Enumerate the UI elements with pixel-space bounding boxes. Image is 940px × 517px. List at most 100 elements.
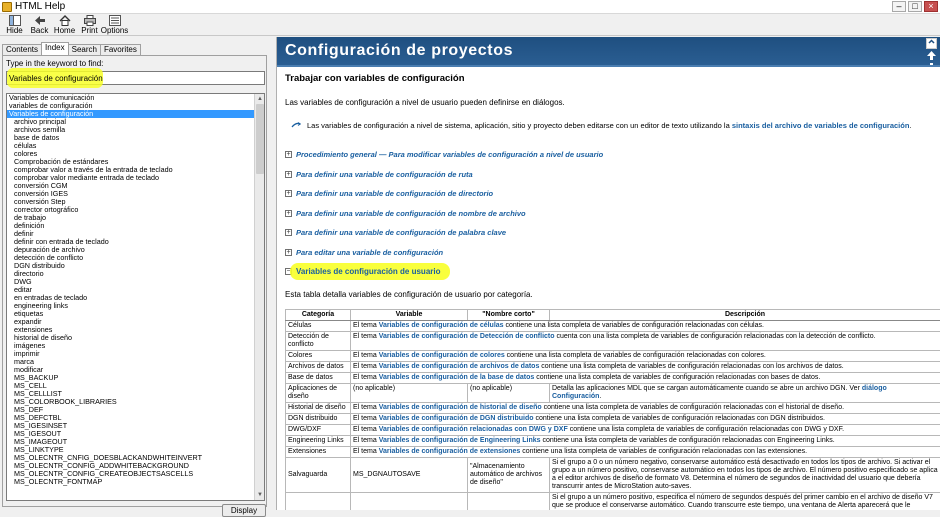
display-button[interactable]: Display — [222, 504, 266, 517]
cell-description: El tema Variables de configuración de ex… — [351, 446, 940, 457]
header-short-name: "Nombre corto" — [468, 309, 550, 320]
list-item[interactable]: engineering links — [7, 302, 254, 310]
cell-variable: MS_DGNAUTOSAVE — [351, 457, 468, 492]
cell-variable — [351, 492, 468, 510]
cell-variable: (no aplicable) — [351, 383, 468, 402]
cell-description: El tema Variables de configuración de co… — [351, 350, 940, 361]
options-button[interactable]: Options — [102, 14, 127, 36]
open-section-title: Variables de configuración de usuario — [296, 267, 440, 276]
index-list-scrollbar[interactable]: ▲ ▼ — [254, 94, 264, 500]
banner-title: Configuración de proyectos — [285, 42, 513, 60]
list-item[interactable]: directorio — [7, 270, 254, 278]
keyword-input[interactable]: Variables de configuración — [6, 71, 265, 85]
list-item[interactable]: MS_OLECNTR_FONTMAP — [7, 478, 254, 486]
table-row: ExtensionesEl tema Variables de configur… — [286, 446, 940, 457]
print-topic-icon[interactable] — [926, 38, 937, 49]
list-item[interactable]: definición — [7, 222, 254, 230]
cell-description: El tema Variables de configuración de cé… — [351, 320, 940, 331]
note: Las variables de configuración a nivel d… — [291, 121, 939, 130]
home-icon — [59, 15, 71, 26]
expander-link[interactable]: Para definir una variable de configuraci… — [296, 189, 493, 198]
expand-icon[interactable]: + — [285, 190, 292, 197]
home-button[interactable]: Home — [52, 14, 77, 36]
cell-short-name: "Almacenamiento automático de archivos d… — [468, 457, 550, 492]
banner-nav — [926, 38, 937, 73]
expander-link[interactable]: Para definir una variable de configuraci… — [296, 170, 473, 179]
print-button[interactable]: Print — [77, 14, 102, 36]
list-item[interactable]: imprimir — [7, 350, 254, 358]
cell-category: Engineering Links — [286, 435, 351, 446]
index-list[interactable]: Variables de comunicaciónvariables de co… — [6, 93, 265, 501]
cell-category: DGN distribuido — [286, 413, 351, 424]
scrollbar-thumb[interactable] — [256, 104, 264, 174]
expander-link[interactable]: Para definir una variable de configuraci… — [296, 209, 526, 218]
expand-icon[interactable]: + — [285, 210, 292, 217]
hide-button[interactable]: Hide — [2, 14, 27, 36]
note-text: Las variables de configuración a nivel d… — [307, 121, 732, 130]
table-row: DWG/DXFEl tema Variables de configuració… — [286, 424, 940, 435]
tab-contents[interactable]: Contents — [2, 44, 42, 55]
expander-5[interactable]: + Para editar una variable de configuraci… — [285, 243, 939, 263]
keyword-label: Type in the keyword to find: — [6, 59, 103, 68]
table-row: DGN distribuidoEl tema Variables de conf… — [286, 413, 940, 424]
expander-1[interactable]: + Para definir una variable de configurac… — [285, 165, 939, 185]
list-item[interactable]: etiquetas — [7, 310, 254, 318]
expander-3[interactable]: + Para definir una variable de configurac… — [285, 204, 939, 224]
list-item[interactable]: DWG — [7, 278, 254, 286]
cell-description: El tema Variables de configuración de la… — [351, 372, 940, 383]
maximize-button[interactable]: □ — [908, 1, 922, 12]
table-row: CélulasEl tema Variables de configuració… — [286, 320, 940, 331]
cell-category: Salvaguarda — [286, 457, 351, 492]
expander-link[interactable]: Para editar una variable de configuració… — [296, 248, 443, 257]
cell-description: El tema Variables de configuración de hi… — [351, 402, 940, 413]
list-item[interactable]: de trabajo — [7, 214, 254, 222]
topic-link[interactable]: Variables de configuración de Engineerin… — [379, 437, 541, 444]
table-row: Base de datosEl tema Variables de config… — [286, 372, 940, 383]
topic-link[interactable]: Variables de configuración de DGN distri… — [379, 415, 534, 422]
topic-link[interactable]: Variables de configuración de células — [379, 322, 504, 329]
syntax-link[interactable]: sintaxis del archivo de variables de con… — [732, 121, 910, 130]
tab-index[interactable]: Index — [41, 42, 69, 55]
window-controls: – □ × — [892, 1, 938, 12]
help-app-icon — [2, 2, 12, 12]
topic-link[interactable]: Variables de configuración de Detección … — [379, 333, 555, 340]
tab-favorites[interactable]: Favorites — [100, 44, 141, 55]
topic-link[interactable]: Variables de configuración de la base de… — [379, 374, 535, 381]
tab-search[interactable]: Search — [68, 44, 101, 55]
expander-user-variables[interactable]: − Variables de configuración de usuario — [285, 262, 939, 282]
topic-link[interactable]: Variables de configuración de historial … — [379, 404, 542, 411]
cell-short-name: (no aplicable) — [468, 383, 550, 402]
list-item[interactable]: células — [7, 142, 254, 150]
list-item[interactable]: imágenes — [7, 342, 254, 350]
expand-icon[interactable]: + — [285, 151, 292, 158]
expand-icon[interactable]: + — [285, 171, 292, 178]
topic-link[interactable]: Variables de configuración relacionadas … — [379, 426, 568, 433]
back-button[interactable]: Back — [27, 14, 52, 36]
header-variable: Variable — [351, 309, 468, 320]
cell-category: Aplicaciones de diseño — [286, 383, 351, 402]
variables-table: Categoría Variable "Nombre corto" Descri… — [285, 309, 940, 511]
list-item[interactable]: DGN distribuido — [7, 262, 254, 270]
expander-4[interactable]: + Para definir una variable de configurac… — [285, 223, 939, 243]
expander-link[interactable]: Procedimiento general — Para modificar v… — [296, 150, 603, 159]
expand-icon[interactable]: + — [285, 229, 292, 236]
topic-link[interactable]: Variables de configuración de archivos d… — [379, 363, 540, 370]
expander-link[interactable]: Para definir una variable de configuraci… — [296, 228, 506, 237]
previous-topic-icon[interactable] — [926, 50, 937, 61]
topic-link[interactable]: Variables de configuración de colores — [379, 352, 505, 359]
minimize-button[interactable]: – — [892, 1, 906, 12]
list-item[interactable]: MS_COLORBOOK_LIBRARIES — [7, 398, 254, 406]
expand-icon[interactable]: + — [285, 249, 292, 256]
list-item[interactable]: marca — [7, 358, 254, 366]
topic-link[interactable]: Variables de configuración de extensione… — [379, 448, 521, 455]
expander-2[interactable]: + Para definir una variable de configurac… — [285, 184, 939, 204]
close-button[interactable]: × — [924, 1, 938, 12]
next-topic-icon[interactable] — [926, 62, 937, 73]
list-item[interactable]: base de datos — [7, 134, 254, 142]
expander-0[interactable]: + Procedimiento general — Para modificar … — [285, 145, 939, 165]
navigation-pane: Contents Index Search Favorites Type in … — [0, 37, 269, 510]
header-description: Descripción — [550, 309, 940, 320]
scroll-down-icon[interactable]: ▼ — [255, 490, 265, 500]
header-category: Categoría — [286, 309, 351, 320]
scroll-up-icon[interactable]: ▲ — [255, 94, 265, 104]
